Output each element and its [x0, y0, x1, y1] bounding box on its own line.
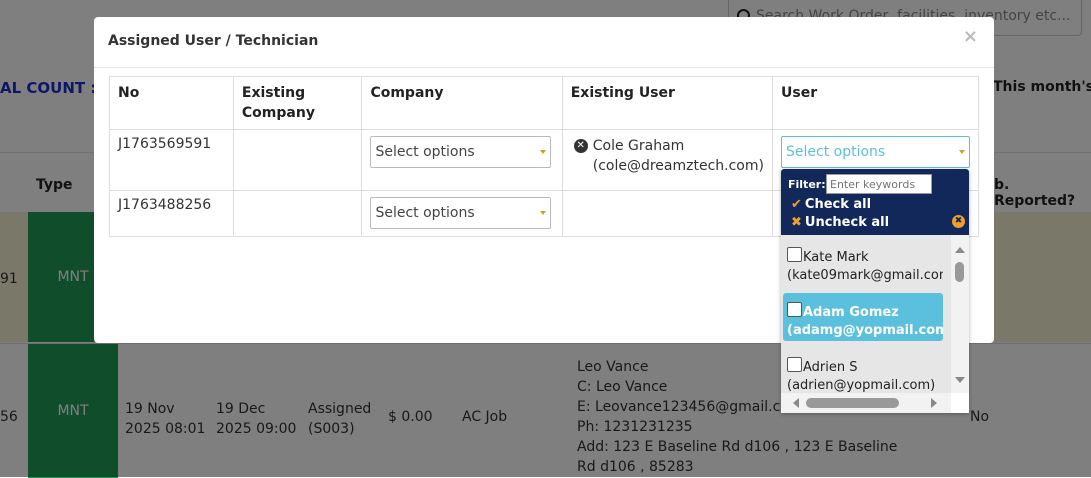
dropdown-header: Filter: ✔Check all ✖Uncheck all ✖: [781, 169, 969, 235]
remove-user-icon[interactable]: ✕: [573, 139, 588, 153]
filter-input[interactable]: [826, 174, 932, 194]
scroll-down-icon[interactable]: [955, 377, 965, 383]
existing-user-chip: ✕ Cole Graham (cole@dreamztech.com): [571, 136, 764, 176]
close-icon[interactable]: ×: [963, 26, 978, 47]
option-name: Adam Gomez: [803, 305, 899, 320]
company-select-value: Select options: [375, 205, 475, 221]
list-item[interactable]: Adam Gomez (adamg@yopmail.com): [783, 293, 943, 341]
caret-down-icon: [959, 150, 965, 154]
job-number: J1763569591: [109, 129, 234, 191]
clear-filter-icon[interactable]: ✖: [952, 215, 965, 228]
scroll-thumb[interactable]: [806, 398, 899, 408]
column-header-existing-user: Existing User: [561, 76, 774, 130]
list-item[interactable]: Adrien S (adrien@yopmail.com): [783, 348, 943, 393]
scroll-thumb[interactable]: [955, 262, 964, 282]
options-list[interactable]: Kate Mark (kate09mark@gmail.com Adam Gom…: [781, 235, 951, 393]
vertical-scrollbar[interactable]: [951, 235, 969, 393]
option-name: Adrien S: [803, 360, 858, 375]
company-cell: Select options: [361, 129, 563, 191]
scroll-right-icon[interactable]: [931, 398, 937, 408]
option-email: (adrien@yopmail.com): [787, 378, 936, 393]
check-icon: ✔: [791, 197, 802, 212]
caret-down-icon: [540, 150, 547, 154]
existing-user-cell: [561, 190, 774, 237]
existing-user-email: (cole@dreamztech.com): [592, 158, 764, 174]
checkbox[interactable]: [787, 357, 802, 372]
company-select[interactable]: Select options: [370, 136, 552, 168]
modal-title: Assigned User / Technician: [108, 33, 319, 49]
uncheck-all-label: Uncheck all: [804, 215, 890, 230]
caret-down-icon: [540, 211, 547, 215]
company-select[interactable]: Select options: [370, 197, 552, 229]
column-header-company: Company: [361, 76, 563, 130]
check-all-label: Check all: [804, 197, 872, 212]
option-name: Kate Mark: [803, 250, 869, 265]
column-header-no: No: [109, 76, 234, 130]
scroll-left-icon[interactable]: [793, 398, 799, 408]
uncheck-all-button[interactable]: ✖ Uncheck all: [791, 215, 889, 230]
job-number: J1763488256: [109, 190, 234, 237]
user-multiselect-dropdown: Filter: ✔Check all ✖Uncheck all ✖ Kate M…: [781, 169, 969, 413]
existing-company-cell: [232, 129, 363, 191]
scroll-up-icon[interactable]: [955, 247, 965, 253]
option-email: (kate09mark@gmail.com: [787, 268, 943, 283]
user-select-value: Select options: [786, 144, 886, 160]
option-email: (adamg@yopmail.com): [787, 323, 943, 338]
company-select-value: Select options: [375, 144, 475, 160]
column-header-existing-company: Existing Company: [232, 76, 363, 130]
company-cell: Select options: [361, 190, 563, 237]
table-header-row: No Existing Company Company Existing Use…: [109, 76, 979, 130]
modal-header: Assigned User / Technician ×: [94, 17, 994, 68]
checkbox[interactable]: [787, 302, 802, 317]
existing-user-cell: ✕ Cole Graham (cole@dreamztech.com): [561, 129, 774, 191]
cross-icon: ✖: [791, 215, 802, 230]
horizontal-scrollbar[interactable]: [781, 393, 951, 413]
user-select[interactable]: Select options: [781, 136, 970, 168]
column-header-user: User: [772, 76, 979, 130]
checkbox[interactable]: [787, 247, 802, 262]
check-all-button[interactable]: ✔ Check all: [791, 197, 871, 212]
existing-user-name: Cole Graham: [592, 138, 685, 154]
existing-company-cell: [232, 190, 363, 237]
list-item[interactable]: Kate Mark (kate09mark@gmail.com: [783, 238, 943, 286]
filter-label: Filter:: [788, 178, 826, 191]
